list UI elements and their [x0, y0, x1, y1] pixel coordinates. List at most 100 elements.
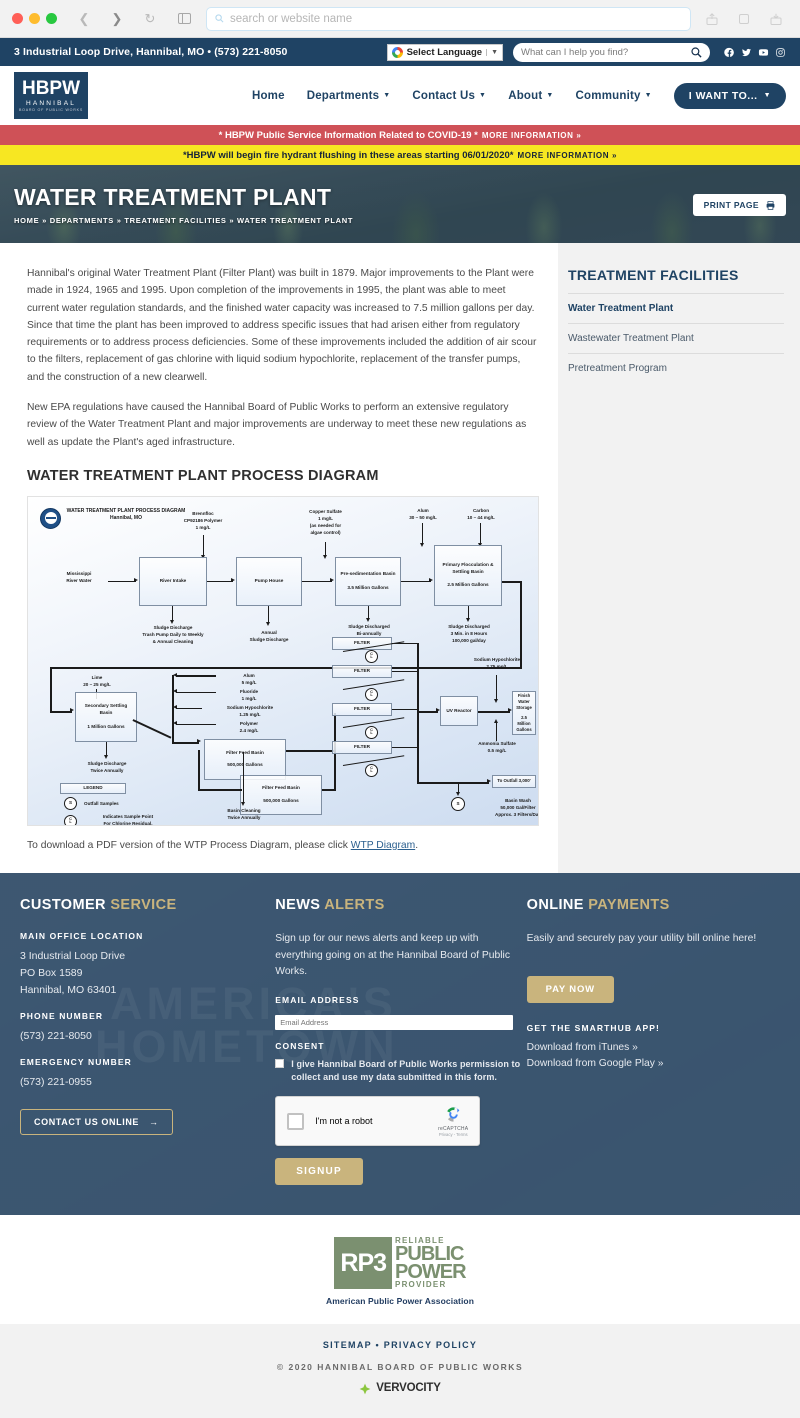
discharge-basin-wash: Basin Wash 50,000 Gal/Filter Approx. 3 F…: [495, 797, 539, 817]
connector: [198, 788, 242, 791]
connector: [286, 749, 336, 752]
close-window-button[interactable]: [12, 13, 23, 24]
discharge-secondary: Sludge Discharge Twice Annually: [87, 760, 127, 773]
sample-point-outfall: S: [451, 796, 465, 811]
unit-label: Pump House: [254, 578, 284, 584]
connector: [418, 710, 438, 713]
alert-more-link[interactable]: MORE INFORMATION »: [517, 151, 617, 160]
sidebar-item-water-treatment-plant[interactable]: Water Treatment Plant: [568, 293, 784, 323]
chevron-down-icon: ▼: [479, 92, 487, 99]
nav-item-label: Contact Us: [412, 89, 476, 102]
window-traffic-lights[interactable]: [12, 13, 57, 24]
connector: [176, 723, 216, 726]
signup-button[interactable]: SIGNUP: [275, 1158, 363, 1186]
print-page-button[interactable]: PRINT PAGE: [692, 194, 786, 216]
maximize-window-button[interactable]: [46, 13, 57, 24]
social-links[interactable]: [724, 47, 786, 58]
unit-capacity: 500,000 Gallons: [263, 797, 299, 803]
site-search-input[interactable]: [521, 46, 681, 58]
language-selector[interactable]: Select Language ▼: [386, 43, 503, 61]
discharge-primary: Sludge Discharged 3 Min. in 8 Hours 100,…: [448, 623, 490, 643]
phone-number-value[interactable]: (573) 221-8050: [20, 1028, 275, 1045]
nav-item-about[interactable]: About ▼: [508, 90, 553, 102]
nav-item-label: Departments: [306, 89, 380, 102]
recaptcha-label: I'm not a robot: [315, 1116, 373, 1127]
twitter-icon[interactable]: [741, 47, 752, 58]
connector: [176, 707, 202, 710]
discharge-pump-house: Annual Sludge Discharge: [249, 629, 289, 642]
unit-label: FILTER: [353, 744, 371, 750]
i-want-to-button[interactable]: I WANT TO... ▼: [673, 82, 786, 109]
rp3-badge: RP3: [334, 1237, 393, 1290]
pay-now-button[interactable]: PAY NOW: [526, 975, 614, 1003]
unit-uv-reactor: UV Reactor: [440, 695, 478, 726]
search-icon[interactable]: [691, 46, 702, 58]
footer-heading-online-payments: ONLINE PAYMENTS: [526, 896, 670, 913]
arrow-icon: [493, 718, 498, 723]
printer-icon: [766, 200, 775, 210]
arrow-icon: [173, 689, 177, 694]
instagram-icon[interactable]: [775, 47, 786, 58]
breadcrumb[interactable]: HOME » DEPARTMENTS » TREATMENT FACILITIE…: [14, 216, 353, 225]
url-bar[interactable]: search or website name: [206, 6, 691, 31]
arrow-icon: [134, 578, 138, 583]
youtube-icon[interactable]: [758, 47, 769, 58]
logo-hannibal: HANNIBAL: [25, 99, 77, 107]
sidebar-item-pretreatment-program[interactable]: Pretreatment Program: [568, 353, 784, 383]
arrow-icon: [322, 554, 327, 559]
arrow-icon: [429, 578, 433, 583]
input-alum-secondary: Alum 5 mg/L: [241, 672, 257, 685]
site-search[interactable]: [513, 42, 710, 62]
reload-icon[interactable]: ↻: [138, 8, 162, 30]
recaptcha-widget[interactable]: I'm not a robot reCAPTCHA Privacy - Term…: [275, 1096, 481, 1147]
page-title: WATER TREATMENT PLANT: [14, 183, 332, 210]
facebook-icon[interactable]: [724, 47, 735, 58]
new-tab-icon[interactable]: [732, 8, 756, 30]
connector: [502, 580, 522, 583]
rp3-wordmark: RELIABLE PUBLIC POWER PROVIDER: [395, 1237, 467, 1289]
connector: [401, 580, 431, 583]
discharge-basin-cleaning: Basin Cleaning Twice Annually: [227, 807, 261, 820]
discharge-intake: Sludge Discharge Trash Pump Daily to Wee…: [142, 624, 204, 644]
utility-bar: 3 Industrial Loop Drive, Hannibal, MO • …: [0, 38, 800, 66]
nav-item-contact-us[interactable]: Contact Us ▼: [412, 90, 486, 102]
recaptcha-terms[interactable]: Privacy - Terms: [438, 1132, 468, 1137]
recaptcha-checkbox[interactable]: [287, 1112, 305, 1130]
back-icon[interactable]: ❮: [72, 8, 96, 30]
sample-point-chlorine-4: CL: [365, 763, 378, 777]
arrow-icon: [173, 721, 177, 726]
unit-label: Filter Feed Basin: [226, 749, 264, 755]
forward-icon[interactable]: ❯: [105, 8, 129, 30]
sidebar-toggle-icon[interactable]: [171, 8, 197, 30]
sample-point-chlorine-2: CL: [365, 687, 378, 701]
vervocity-credit[interactable]: VERVOCITY: [359, 1382, 441, 1395]
downloads-icon[interactable]: [764, 8, 788, 30]
contact-us-online-button[interactable]: CONTACT US ONLINE →: [20, 1108, 173, 1135]
alert-banner-covid[interactable]: * HBPW Public Service Information Relate…: [0, 125, 800, 145]
alert-banner-hydrant[interactable]: *HBPW will begin fire hydrant flushing i…: [0, 145, 800, 165]
email-input[interactable]: [275, 1014, 514, 1030]
itunes-download-link[interactable]: Download from iTunes »: [527, 1040, 780, 1056]
rp3-logo: RP3 RELIABLE PUBLIC POWER PROVIDER: [334, 1237, 467, 1290]
minimize-window-button[interactable]: [29, 13, 40, 24]
sidebar-item-wastewater-treatment-plant[interactable]: Wastewater Treatment Plant: [568, 323, 784, 353]
connector: [496, 674, 498, 701]
nav-item-community[interactable]: Community ▼: [576, 90, 652, 102]
connector: [108, 580, 136, 583]
site-logo[interactable]: HBPW HANNIBAL BOARD OF PUBLIC WORKS: [14, 72, 88, 119]
wtp-diagram-link[interactable]: WTP Diagram: [351, 840, 415, 851]
input-copper-sulfate: Copper Sulfate 1 mg/L (as needed for alg…: [309, 508, 342, 535]
google-play-download-link[interactable]: Download from Google Play »: [527, 1056, 780, 1072]
appa-label: American Public Power Association: [326, 1296, 474, 1307]
consent-row[interactable]: I give Hannibal Board of Public Works pe…: [275, 1058, 526, 1084]
share-icon[interactable]: [700, 8, 724, 30]
emergency-number-value[interactable]: (573) 221-0955: [20, 1074, 275, 1091]
chrome-right-actions[interactable]: [700, 8, 788, 30]
vervocity-label: VERVOCITY: [376, 1382, 441, 1395]
alert-more-link[interactable]: MORE INFORMATION »: [482, 131, 582, 140]
consent-checkbox[interactable]: [275, 1058, 285, 1068]
sample-point-chlorine-1: CL: [365, 649, 378, 663]
nav-item-departments[interactable]: Departments ▼: [307, 90, 391, 102]
nav-item-home[interactable]: Home: [252, 90, 285, 102]
legal-links[interactable]: SITEMAP • PRIVACY POLICY: [0, 1340, 800, 1350]
